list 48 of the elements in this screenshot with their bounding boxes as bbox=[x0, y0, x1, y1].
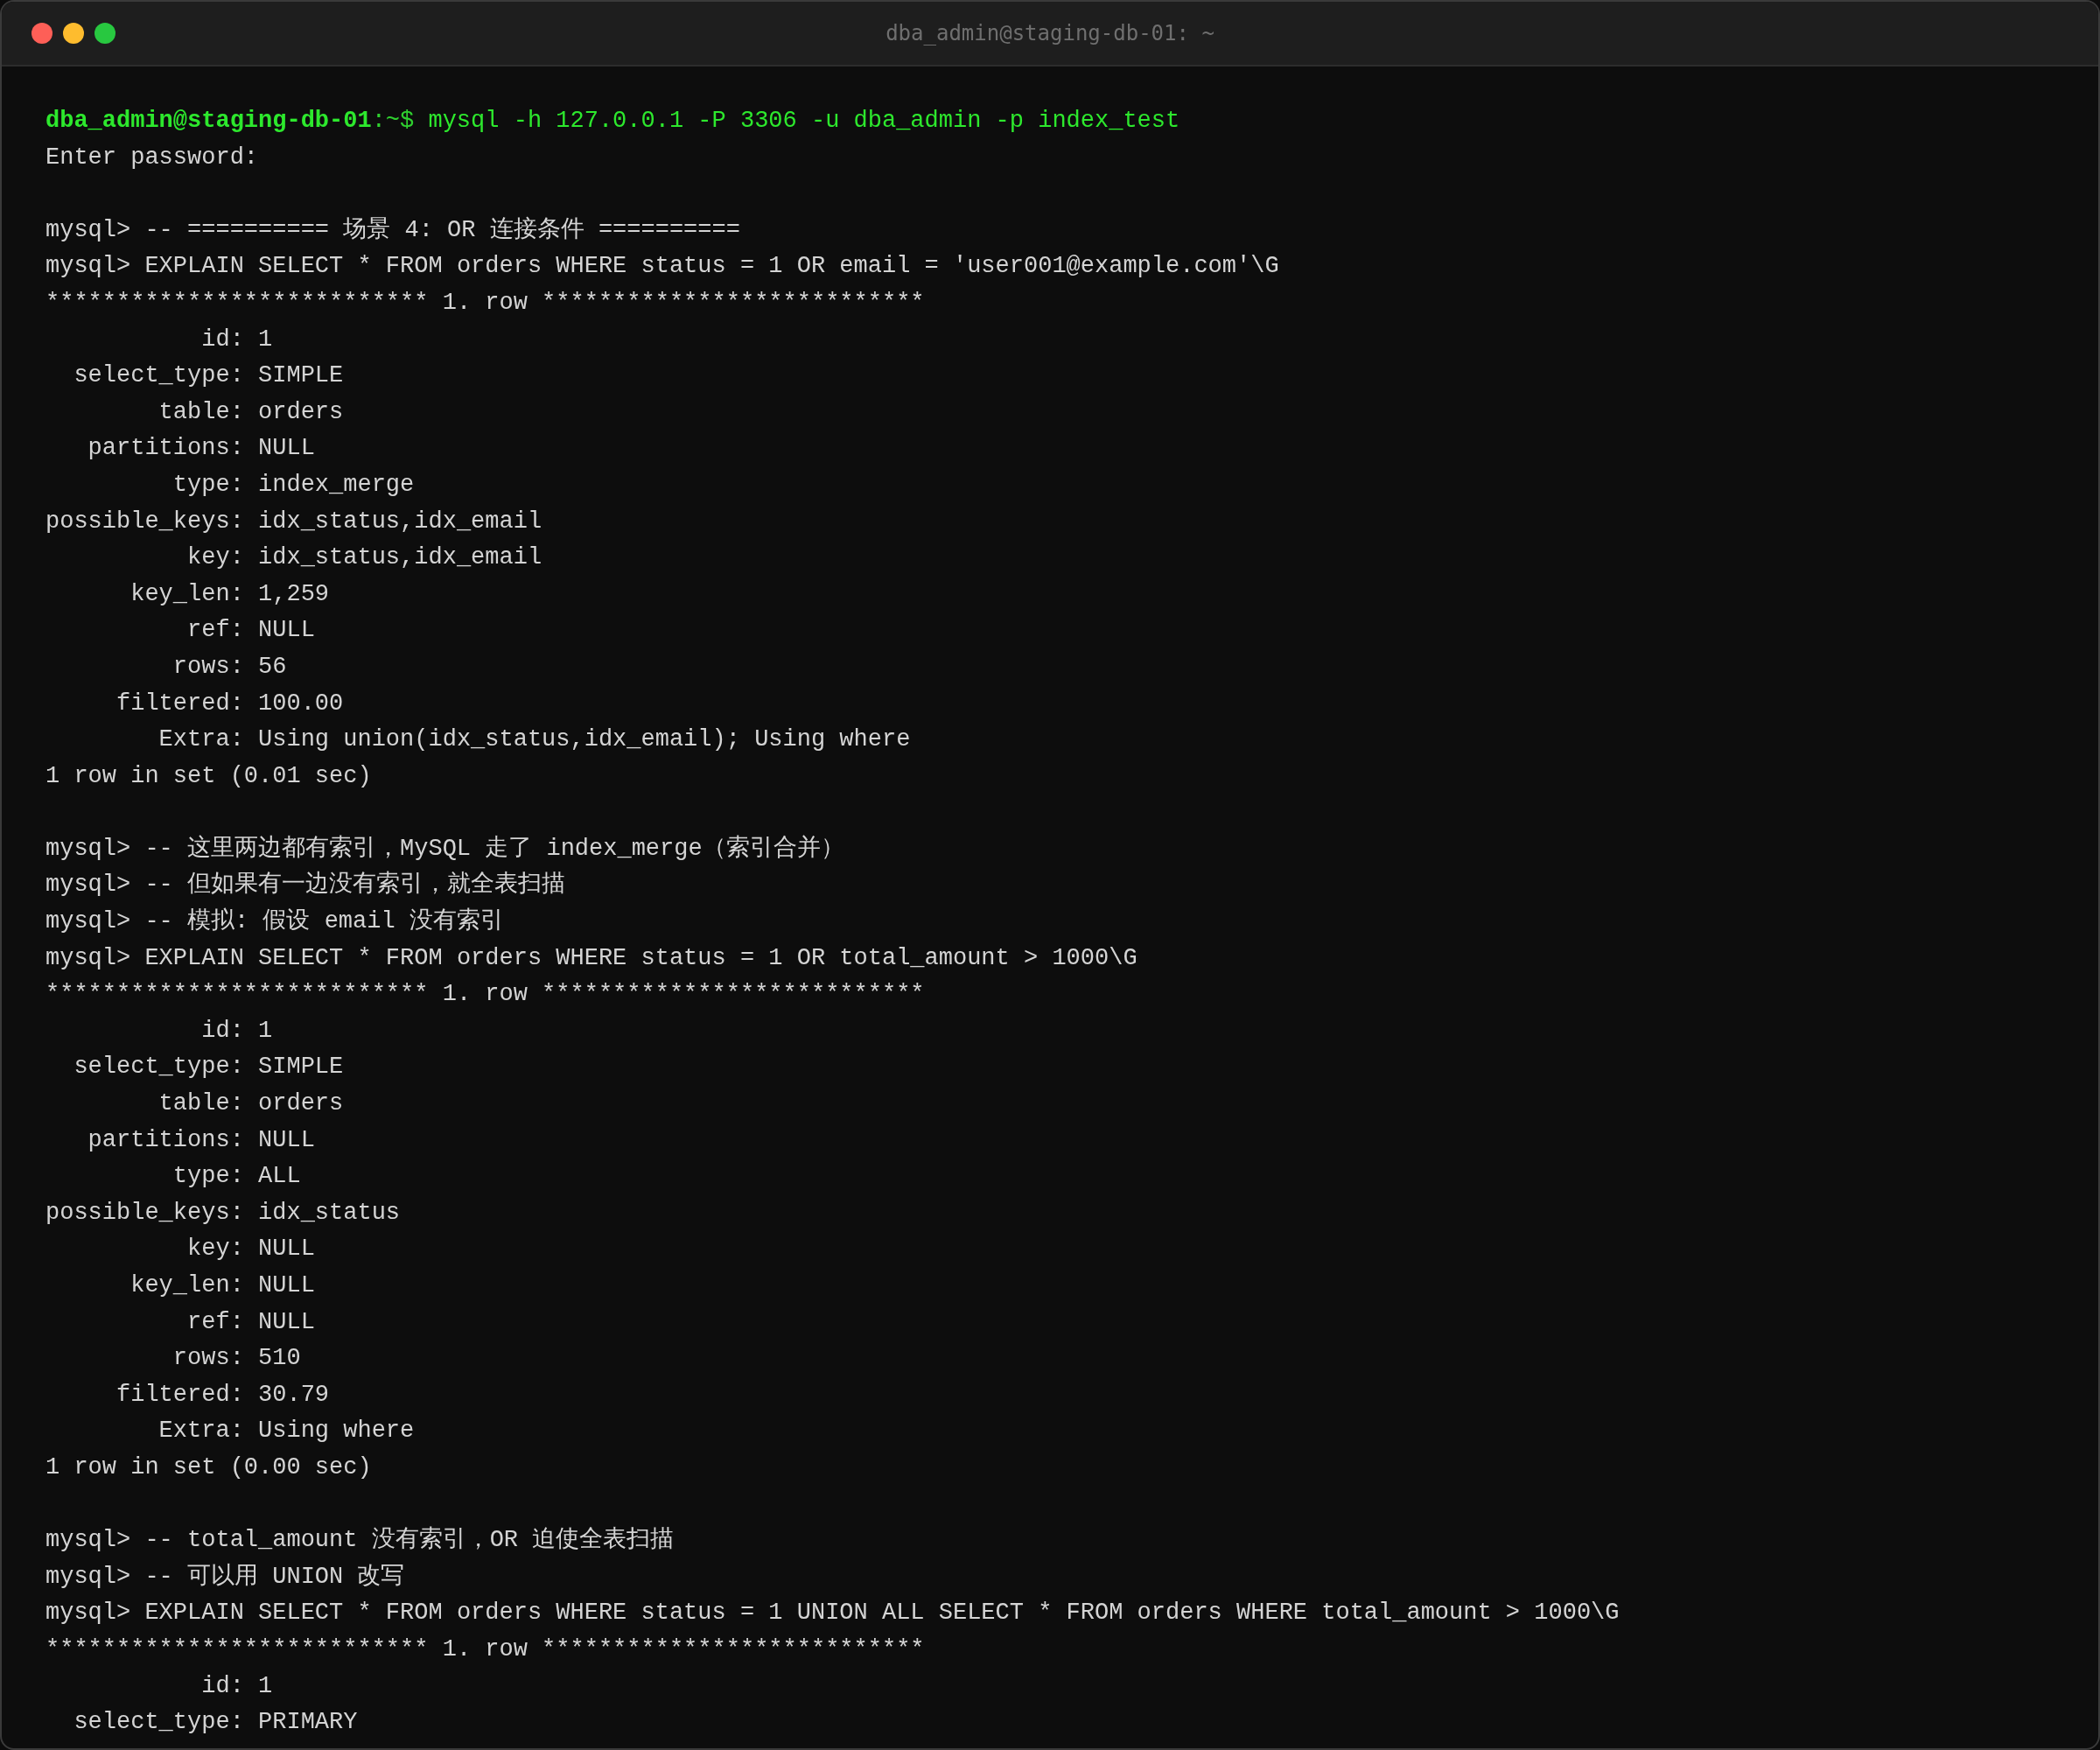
zoom-button[interactable] bbox=[94, 23, 116, 44]
output-line: mysql> -- total_amount 没有索引，OR 迫使全表扫描 bbox=[46, 1525, 675, 1556]
output-line: mysql> EXPLAIN SELECT * FROM orders WHERE status = 1 OR total_amount > 1000\G bbox=[46, 943, 1138, 973]
output-line: ref: NULL bbox=[186, 616, 315, 646]
output-line: Enter password: bbox=[46, 143, 259, 172]
output-line: partitions: NULL bbox=[87, 1125, 315, 1155]
output-line: ref: NULL bbox=[186, 1307, 315, 1337]
output-line: mysql> -- 可以用 UNION 改写 bbox=[46, 1562, 405, 1592]
minimize-button[interactable] bbox=[63, 23, 84, 44]
output-line: select_type: SIMPLE bbox=[73, 1053, 344, 1082]
output-line: *************************** 1. row *************************** bbox=[46, 288, 925, 318]
output-line: rows: 56 bbox=[172, 652, 287, 682]
output-line: partitions: NULL bbox=[87, 434, 315, 464]
output-line: *************************** 1. row *************************** bbox=[46, 1634, 925, 1664]
output-line: select_type: PRIMARY bbox=[73, 1708, 358, 1738]
output-line: table: orders bbox=[158, 1089, 344, 1119]
output-line: mysql> EXPLAIN SELECT * FROM orders WHERE status = 1 OR email = 'user001@example.com'\G bbox=[46, 252, 1279, 282]
prompt-path: :~$ bbox=[371, 107, 415, 136]
output-line: mysql> -- 但如果有一边没有索引，就全表扫描 bbox=[46, 870, 566, 900]
output-line: type: index_merge bbox=[172, 470, 415, 500]
output-line: Extra: Using union(idx_status,idx_email); Using where bbox=[158, 725, 911, 755]
prompt-user-host: dba_admin@staging-db-01 bbox=[46, 107, 372, 136]
output-line: key_len: 1,259 bbox=[130, 579, 330, 609]
output-line: filtered: 100.00 bbox=[116, 689, 344, 718]
close-button[interactable] bbox=[32, 23, 52, 44]
output-line: id: 1 bbox=[200, 325, 273, 354]
output-line: possible_keys: idx_status,idx_email bbox=[46, 507, 542, 536]
output-line: mysql> EXPLAIN SELECT * FROM orders WHERE status = 1 UNION ALL SELECT * FROM orders WHERE total_amount > 1000\G bbox=[46, 1599, 1620, 1628]
output-line: id: 1 bbox=[200, 1016, 273, 1046]
output-line: *************************** 1. row *************************** bbox=[46, 980, 925, 1010]
output-line: key: idx_status,idx_email bbox=[186, 543, 542, 573]
output-line: filtered: 30.79 bbox=[116, 1380, 330, 1410]
output-line: rows: 510 bbox=[172, 1344, 301, 1374]
output-line: mysql> -- 模拟: 假设 email 没有索引 bbox=[46, 906, 504, 937]
output-line: table: orders bbox=[158, 397, 344, 427]
output-line: 1 row in set (0.00 sec) bbox=[46, 1452, 372, 1482]
output-line: Extra: Using where bbox=[158, 1417, 415, 1446]
output-line: mysql> -- 这里两边都有索引，MySQL 走了 index_merge（索引合并） bbox=[46, 834, 844, 864]
output-line: type: ALL bbox=[172, 1162, 301, 1192]
command-text: mysql -h 127.0.0.1 -P 3306 -u dba_admin -p index_test bbox=[428, 107, 1180, 136]
output-line: key: NULL bbox=[186, 1235, 315, 1264]
output-line: id: 1 bbox=[200, 1671, 273, 1701]
window-title: dba_admin@staging-db-01: ~ bbox=[886, 21, 1214, 46]
output-line: select_type: SIMPLE bbox=[73, 361, 344, 391]
output-line: key_len: NULL bbox=[130, 1271, 315, 1300]
output-line: 1 row in set (0.01 sec) bbox=[46, 761, 372, 791]
output-line: mysql> -- ========== 场景 4: OR 连接条件 ========== bbox=[46, 215, 740, 245]
output-line: possible_keys: idx_status bbox=[46, 1198, 401, 1228]
